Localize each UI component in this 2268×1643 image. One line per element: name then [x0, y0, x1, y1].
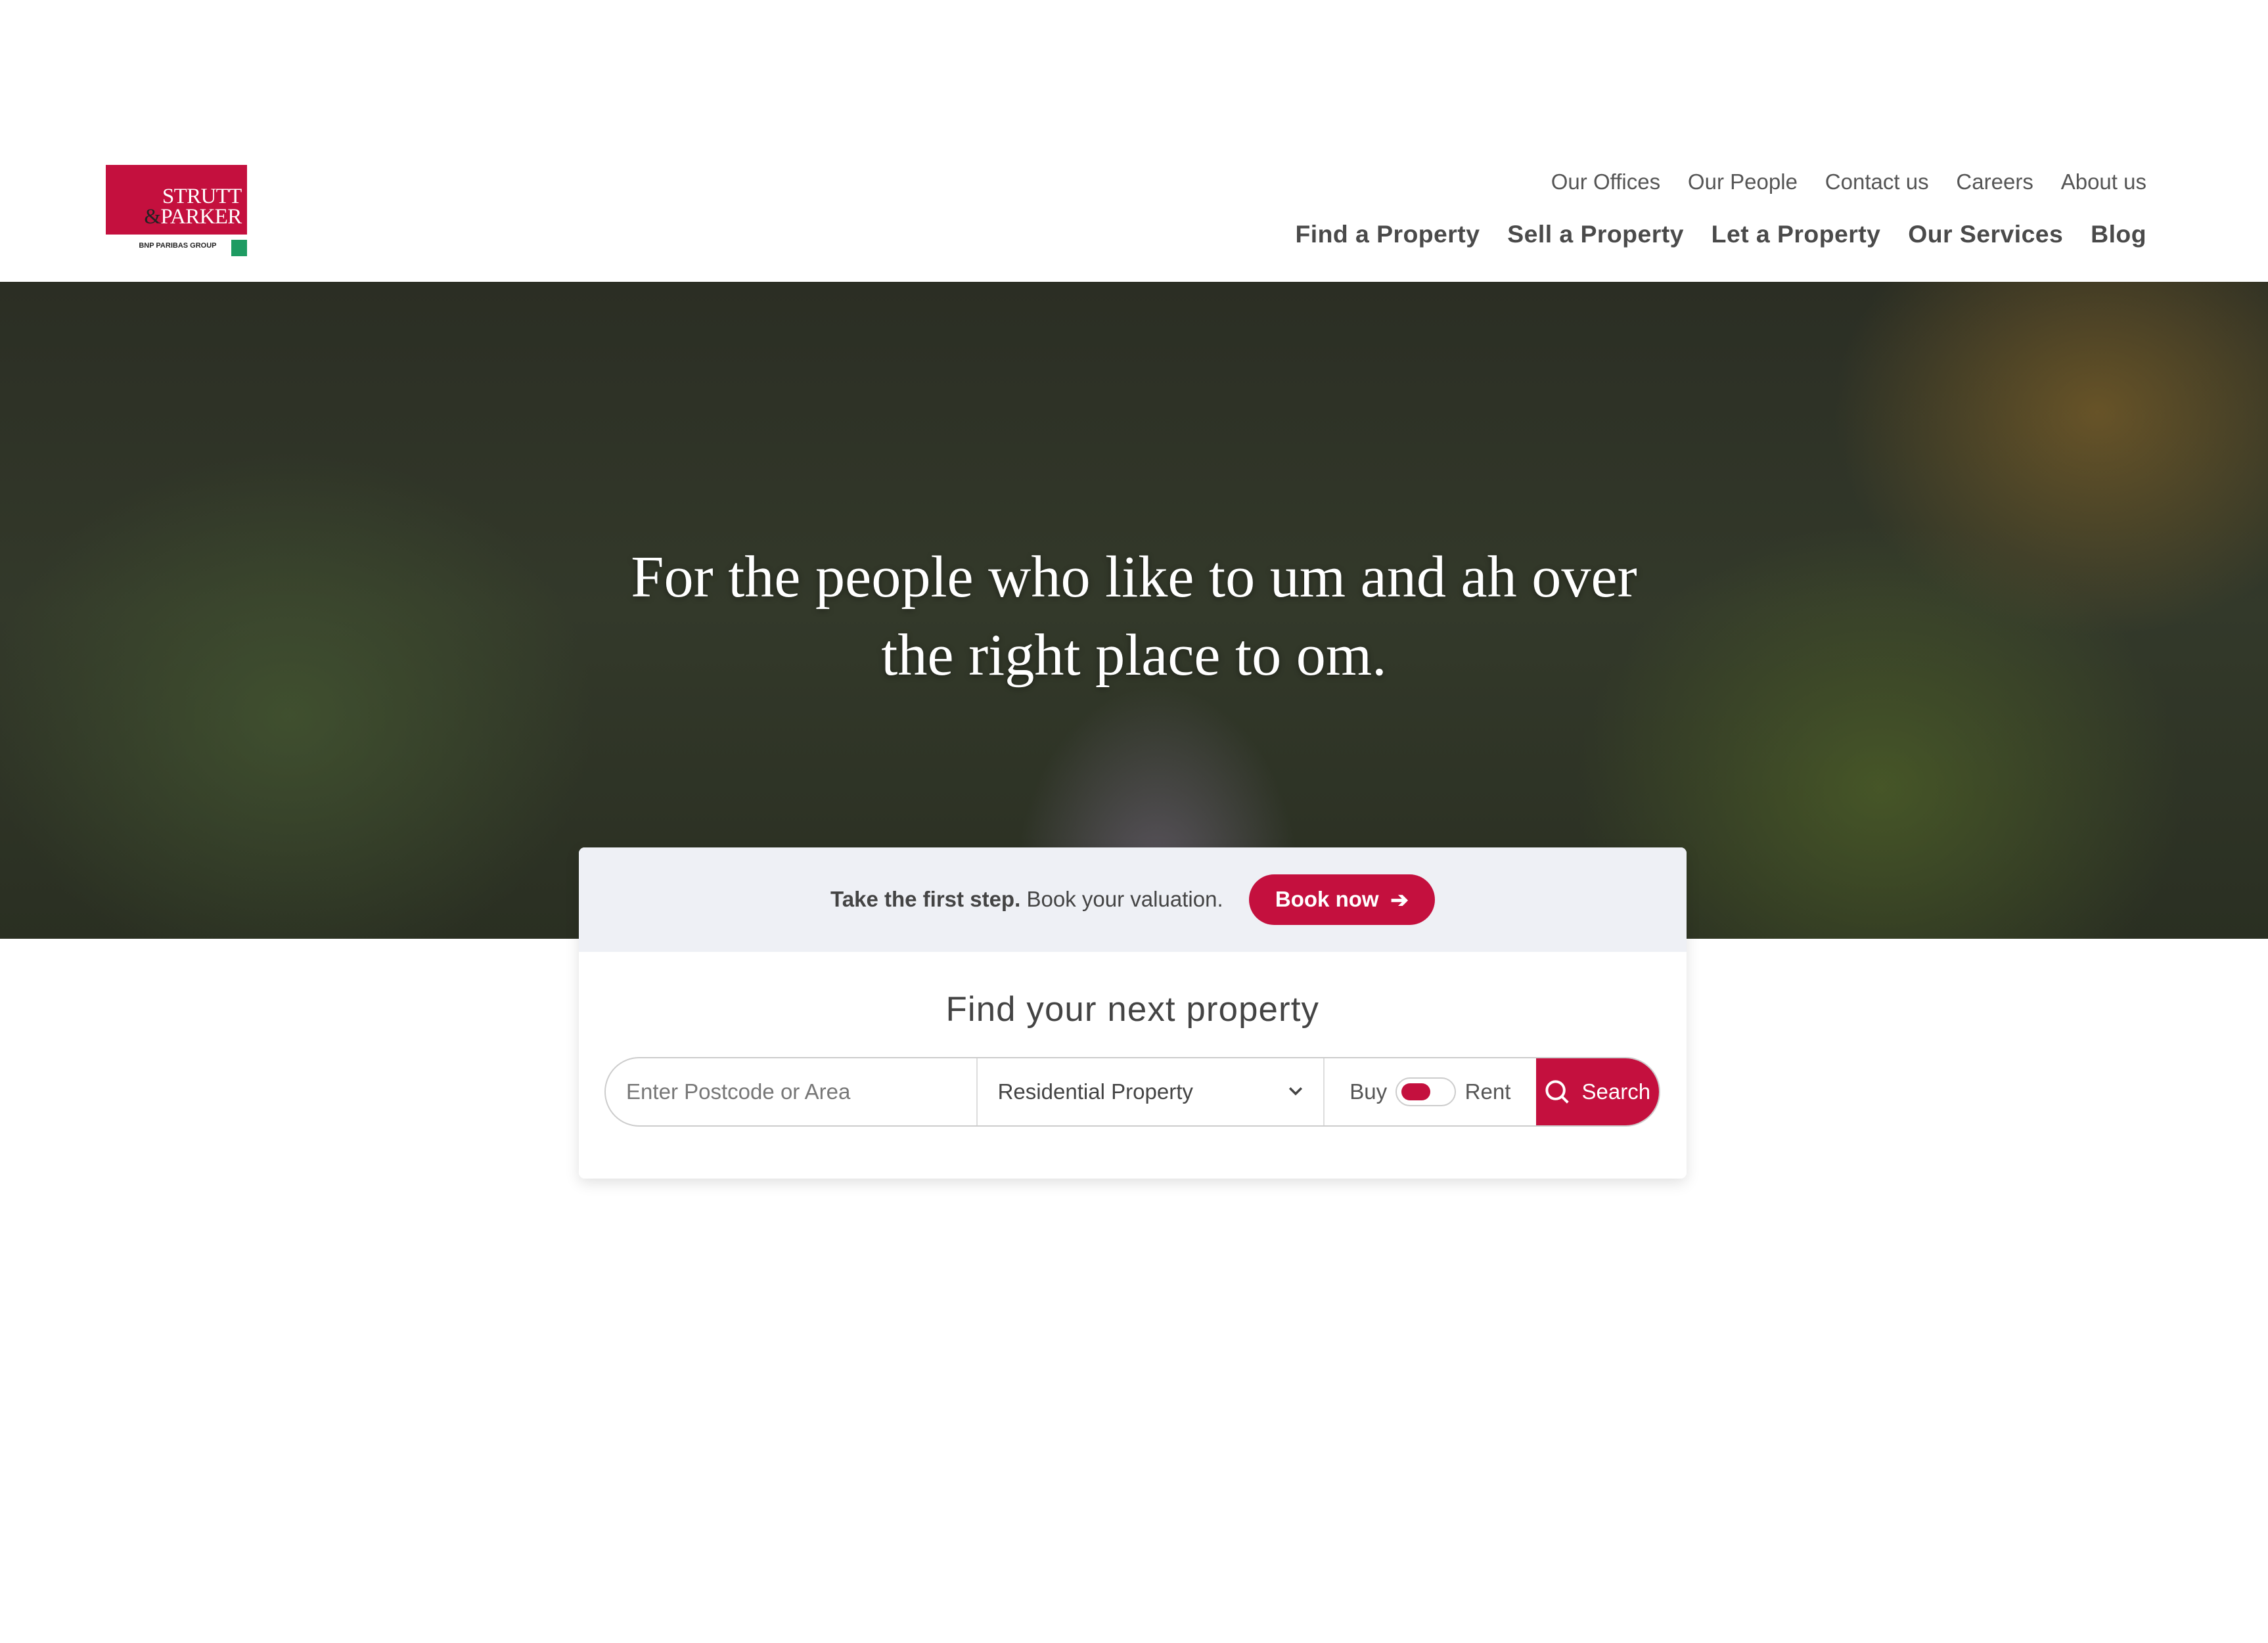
- search-icon: [1545, 1080, 1570, 1104]
- search-card: Take the first step. Book your valuation…: [578, 847, 1687, 1179]
- buy-rent-toggle: Buy Rent: [1325, 1058, 1535, 1125]
- nav-our-offices[interactable]: Our Offices: [1551, 169, 1660, 194]
- logo[interactable]: STRUTT &PARKER BNP PARIBAS GROUP: [105, 164, 248, 258]
- search-title: Find your next property: [945, 989, 1320, 1029]
- toggle-switch[interactable]: [1395, 1077, 1457, 1106]
- chevron-down-icon: [1289, 1087, 1303, 1096]
- hero-headline: For the people who like to um and ah ove…: [631, 543, 1637, 688]
- search-bar: Residential Property Buy Rent Search: [604, 1057, 1660, 1127]
- logo-name-line2: &PARKER: [144, 204, 242, 229]
- nav-careers[interactable]: Careers: [1956, 169, 2033, 194]
- property-type-select[interactable]: Residential Property: [978, 1058, 1325, 1125]
- nav-let-property[interactable]: Let a Property: [1712, 220, 1881, 248]
- nav-blog[interactable]: Blog: [2091, 220, 2146, 248]
- valuation-banner: Take the first step. Book your valuation…: [578, 847, 1687, 952]
- valuation-text: Take the first step. Book your valuation…: [830, 887, 1223, 912]
- nav-find-property[interactable]: Find a Property: [1295, 220, 1480, 248]
- logo-group: BNP PARIBAS GROUP: [139, 241, 217, 250]
- primary-nav: Find a Property Sell a Property Let a Pr…: [1295, 220, 2146, 248]
- logo-mark: STRUTT &PARKER: [105, 164, 248, 235]
- book-now-button[interactable]: Book now ➔: [1249, 874, 1435, 925]
- bnp-icon: [231, 240, 248, 256]
- nav-contact-us[interactable]: Contact us: [1825, 169, 1929, 194]
- postcode-input[interactable]: [606, 1058, 978, 1125]
- nav-about-us[interactable]: About us: [2061, 169, 2146, 194]
- secondary-nav: Our Offices Our People Contact us Career…: [1551, 169, 2146, 194]
- nav-sell-property[interactable]: Sell a Property: [1507, 220, 1684, 248]
- search-button[interactable]: Search: [1535, 1058, 1659, 1125]
- nav-our-people[interactable]: Our People: [1688, 169, 1798, 194]
- page: STRUTT &PARKER BNP PARIBAS GROUP Our Off…: [0, 0, 2268, 1643]
- nav-our-services[interactable]: Our Services: [1908, 220, 2063, 248]
- arrow-right-icon: ➔: [1390, 887, 1409, 912]
